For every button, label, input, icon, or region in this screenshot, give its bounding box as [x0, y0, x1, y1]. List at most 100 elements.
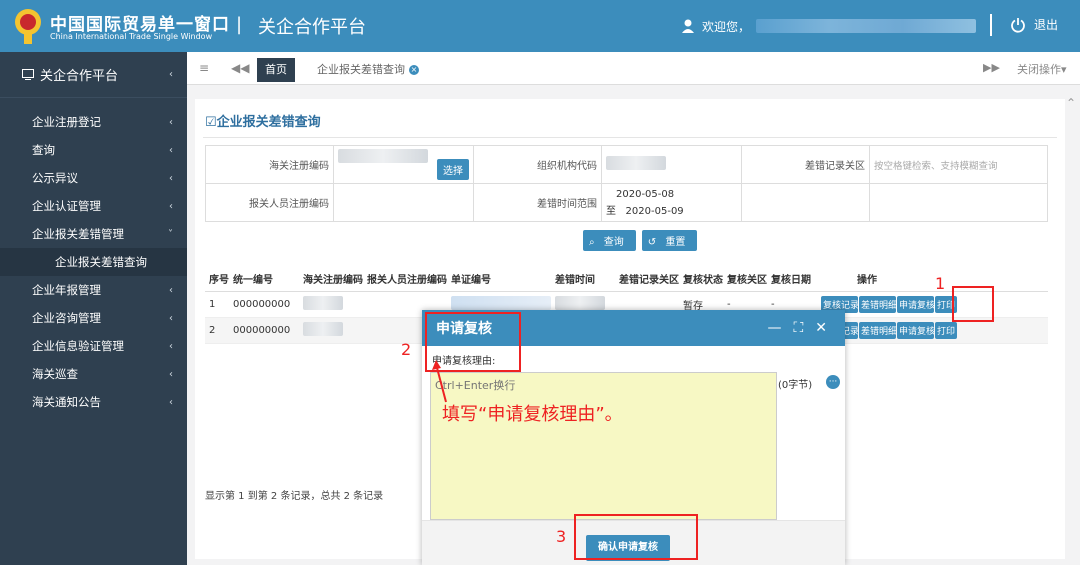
apply-review-button[interactable]: 申请复核: [897, 321, 934, 339]
close-icon[interactable]: ✕: [815, 320, 827, 336]
time-range-label: 差错时间范围: [473, 183, 602, 222]
scroll-up-icon[interactable]: ⌃: [1066, 96, 1076, 110]
column-header[interactable]: 序号: [205, 267, 229, 292]
time-range-field[interactable]: 2020-05-08 至 2020-05-09: [601, 183, 742, 222]
error-detail-button[interactable]: 差错明细: [859, 295, 896, 313]
row-no: 1: [205, 291, 229, 318]
tab-home[interactable]: 首页: [257, 58, 295, 82]
tab-current-label: 企业报关差错查询: [317, 63, 405, 76]
sidebar-item-label: 企业咨询管理: [32, 311, 101, 325]
query-button[interactable]: ⌕ 查询: [583, 230, 636, 251]
sidebar-item-notice[interactable]: 海关通知公告 ‹: [0, 388, 187, 416]
byte-counter: (0字节): [778, 380, 813, 391]
chevron-left-icon: ‹: [169, 172, 173, 184]
sidebar-item-label: 海关巡查: [32, 367, 78, 381]
chevron-left-icon: ‹: [169, 284, 173, 296]
search-actions: ⌕ 查询 ↺ 重置: [583, 230, 698, 251]
empty-cell: [869, 183, 1048, 222]
sidebar-item-label: 企业报关差错管理: [32, 227, 124, 241]
close-operations-menu[interactable]: 关闭操作▾: [1017, 61, 1067, 77]
search-form: 海关注册编码 选择 组织机构代码 差错记录关区 按空格键检索、支持模糊查询 报关…: [205, 145, 1048, 222]
sidebar-item-registration[interactable]: 企业注册登记 ‹: [0, 108, 187, 136]
redacted-value: [303, 321, 343, 336]
chevron-down-icon: ˅: [168, 228, 173, 240]
tab-scroll-right-icon[interactable]: ▶▶: [983, 61, 1000, 74]
reason-textarea[interactable]: [430, 372, 777, 520]
org-code-field[interactable]: [601, 145, 742, 184]
sidebar-header[interactable]: 关企合作平台 ‹: [0, 52, 187, 98]
column-header[interactable]: 复核日期: [767, 267, 817, 292]
sidebar-subitem-error-query[interactable]: 企业报关差错查询: [0, 248, 187, 276]
annotation-hint: 填写“申请复核理由”。: [442, 404, 623, 425]
pagination-info: 显示第 1 到第 2 条记录，总共 2 条记录: [205, 491, 384, 502]
select-button[interactable]: 选择: [437, 159, 469, 180]
column-header[interactable]: 差错记录关区: [615, 267, 679, 292]
sidebar: 关企合作平台 ‹ 企业注册登记 ‹ 查询 ‹ 公示异议 ‹ 企业认证管理 ‹ 企业报关差…: [0, 52, 187, 565]
tab-current[interactable]: 企业报关差错查询 ×: [307, 58, 429, 82]
sidebar-item-error-management[interactable]: 企业报关差错管理 ˅: [0, 220, 187, 248]
org-code-value-redacted: [606, 156, 666, 170]
row-uid: 000000000: [229, 291, 299, 318]
declarant-code-label: 报关人员注册编码: [205, 183, 334, 222]
table-header-row: 序号 统一编号 海关注册编码 报关人员注册编码 单证编号 差错时间 差错记录关区…: [205, 267, 1048, 292]
tab-scroll-left-icon[interactable]: ◀◀: [231, 61, 249, 75]
reset-label: 重置: [659, 234, 692, 251]
reset-button[interactable]: ↺ 重置: [641, 230, 698, 251]
sidebar-item-query[interactable]: 查询 ‹: [0, 136, 187, 164]
close-icon[interactable]: ×: [409, 65, 419, 75]
annotation-number-1: 1: [935, 274, 946, 293]
error-customs-input[interactable]: 按空格键检索、支持模糊查询: [869, 145, 1048, 184]
chevron-left-icon: ‹: [169, 144, 173, 156]
sidebar-item-consult[interactable]: 企业咨询管理 ‹: [0, 304, 187, 332]
platform-title: 关企合作平台: [258, 17, 366, 38]
error-customs-label: 差错记录关区: [741, 145, 870, 184]
dialog-controls: — ⛶ ✕: [767, 320, 827, 336]
sidebar-item-certification[interactable]: 企业认证管理 ‹: [0, 192, 187, 220]
error-detail-button[interactable]: 差错明细: [859, 321, 896, 339]
monitor-icon: [22, 69, 34, 80]
column-header[interactable]: 海关注册编码: [299, 267, 363, 292]
column-header[interactable]: 复核关区: [723, 267, 767, 292]
date-to[interactable]: 2020-05-09: [626, 206, 684, 217]
sidebar-item-annual-report[interactable]: 企业年报管理 ‹: [0, 276, 187, 304]
top-bar: 中国国际贸易单一窗口 China International Trade Sin…: [0, 0, 1080, 52]
page-title: ☑企业报关差错查询: [205, 111, 321, 130]
chevron-left-icon: ‹: [169, 200, 173, 212]
date-from[interactable]: 2020-05-08: [606, 186, 737, 203]
power-icon: [1011, 17, 1025, 33]
print-button[interactable]: 打印: [935, 321, 958, 339]
sidebar-item-inspection[interactable]: 海关巡查 ‹: [0, 360, 187, 388]
user-name-redacted: [756, 19, 977, 33]
operations-cell: 复核记录差错明细申请复核打印: [817, 317, 1048, 344]
column-header[interactable]: 复核状态: [679, 267, 723, 292]
column-header[interactable]: 报关人员注册编码: [363, 267, 447, 292]
redacted-value: [303, 295, 343, 310]
declarant-code-input[interactable]: [333, 183, 474, 222]
query-label: 查询: [597, 234, 630, 251]
brand-english: China International Trade Single Window: [50, 32, 213, 41]
chevron-left-icon: ‹: [169, 312, 173, 324]
chevron-left-icon: ‹: [169, 340, 173, 352]
more-options-icon[interactable]: ···: [826, 375, 840, 389]
sidebar-item-label: 查询: [32, 143, 55, 157]
customs-code-field[interactable]: 选择: [333, 145, 474, 184]
sidebar-title: 关企合作平台: [40, 69, 119, 84]
chevron-left-icon: ‹: [169, 396, 173, 408]
menu-toggle-icon[interactable]: ≡: [199, 61, 209, 75]
column-header[interactable]: 差错时间: [551, 267, 615, 292]
logout-button[interactable]: 退出: [1010, 16, 1058, 33]
minimize-icon[interactable]: —: [767, 320, 781, 336]
column-header[interactable]: 统一编号: [229, 267, 299, 292]
annotation-box-apply-review: [952, 286, 994, 322]
annotation-number-2: 2: [401, 340, 412, 359]
apply-review-button[interactable]: 申请复核: [897, 295, 934, 313]
sidebar-item-objection[interactable]: 公示异议 ‹: [0, 164, 187, 192]
column-header[interactable]: 单证编号: [447, 267, 551, 292]
sidebar-item-verification[interactable]: 企业信息验证管理 ‹: [0, 332, 187, 360]
sidebar-item-label: 企业信息验证管理: [32, 339, 124, 353]
chevron-left-icon: ‹: [169, 116, 173, 128]
header-divider: [990, 14, 992, 36]
sidebar-item-label: 企业注册登记: [32, 115, 101, 129]
column-header: 操作: [817, 267, 1048, 292]
maximize-icon[interactable]: ⛶: [793, 320, 803, 336]
